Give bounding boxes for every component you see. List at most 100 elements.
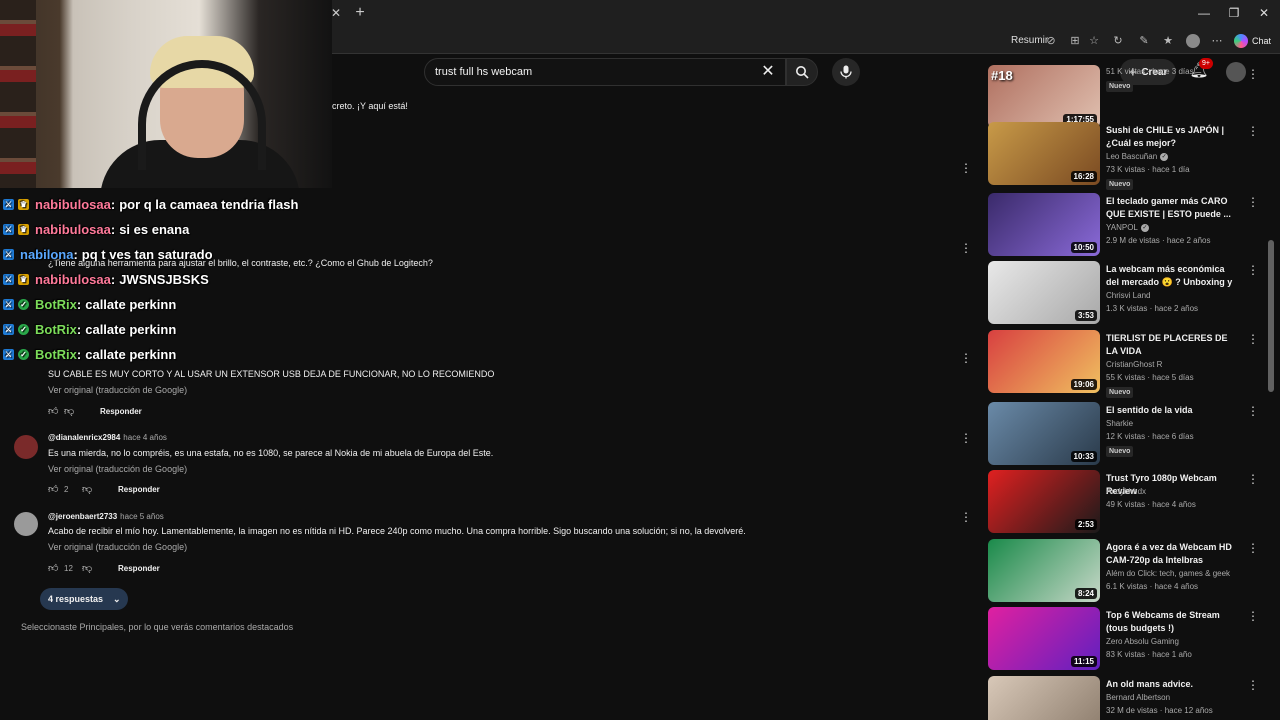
- video-channel[interactable]: Além do Click: tech, games & geek: [1106, 569, 1230, 578]
- channel-name[interactable]: Leo Bascuñan: [1106, 152, 1157, 161]
- favorite-star-icon[interactable]: ☆: [1087, 34, 1101, 48]
- collections-icon[interactable]: ★: [1161, 34, 1175, 48]
- profile-avatar[interactable]: [1186, 34, 1200, 48]
- video-menu-icon[interactable]: ⋮: [1247, 609, 1259, 623]
- video-menu-icon[interactable]: ⋮: [1247, 124, 1259, 138]
- video-title[interactable]: La webcam más económica del mercado 😮 ? …: [1106, 263, 1236, 289]
- video-channel[interactable]: Leo Bascuñan ✓: [1106, 152, 1169, 161]
- video-channel[interactable]: Andyhhhdx: [1106, 487, 1146, 496]
- video-channel[interactable]: CristianGhost R: [1106, 360, 1162, 369]
- comment-menu-icon[interactable]: ⋮: [960, 510, 972, 524]
- video-title[interactable]: Sushi de CHILE vs JAPÓN | ¿Cuál es mejor…: [1106, 124, 1236, 150]
- related-video-item[interactable]: An old mans advice. Bernard Albertson 32 M…: [985, 676, 1265, 720]
- reply-button[interactable]: Responder: [100, 407, 142, 416]
- channel-name[interactable]: CristianGhost R: [1106, 360, 1162, 369]
- restore-icon[interactable]: ❐: [1224, 5, 1244, 21]
- dislike-icon[interactable]: 👎︎: [82, 562, 94, 574]
- video-title[interactable]: TIERLIST DE PLACERES DE LA VIDA: [1106, 332, 1236, 358]
- video-menu-icon[interactable]: ⋮: [1247, 472, 1259, 486]
- video-title[interactable]: El sentido de la vida: [1106, 404, 1236, 417]
- translate-link[interactable]: Ver original (traducción de Google): [48, 542, 187, 552]
- commenter-avatar[interactable]: [14, 435, 38, 459]
- commenter-avatar[interactable]: [14, 512, 38, 536]
- channel-name[interactable]: Sharkie: [1106, 419, 1133, 428]
- channel-name[interactable]: Zero Absolu Gaming: [1106, 637, 1179, 646]
- video-title[interactable]: Agora é a vez da Webcam HD CAM-720p da I…: [1106, 541, 1236, 567]
- translate-link[interactable]: Ver original (traducción de Google): [48, 464, 187, 474]
- comment-author[interactable]: @jeroenbaert2733 hace 5 años: [48, 512, 164, 521]
- video-thumbnail[interactable]: 16:28: [988, 122, 1100, 185]
- reply-button[interactable]: Responder: [118, 564, 160, 573]
- extensions-grid-icon[interactable]: ⊞: [1068, 34, 1082, 48]
- video-menu-icon[interactable]: ⋮: [1247, 332, 1259, 346]
- search-button[interactable]: [786, 58, 818, 86]
- view-replies-button[interactable]: 4 respuestas ⌄: [40, 588, 128, 610]
- video-thumbnail[interactable]: 19:06: [988, 330, 1100, 393]
- voice-search-button[interactable]: [832, 58, 860, 86]
- video-menu-icon[interactable]: ⋮: [1247, 404, 1259, 418]
- clear-search-icon[interactable]: ✕: [757, 61, 779, 83]
- like-icon[interactable]: 👍︎: [48, 483, 60, 495]
- close-window-icon[interactable]: ✕: [1254, 5, 1274, 21]
- scrollbar[interactable]: [1268, 240, 1274, 392]
- video-channel[interactable]: Chrisvi Land: [1106, 291, 1150, 300]
- video-thumbnail[interactable]: 3:53: [988, 261, 1100, 324]
- translate-link[interactable]: Ver original (traducción de Google): [48, 385, 187, 395]
- minimize-icon[interactable]: —: [1194, 5, 1214, 21]
- video-menu-icon[interactable]: ⋮: [1247, 541, 1259, 555]
- channel-name[interactable]: Bernard Albertson: [1106, 693, 1170, 702]
- related-video-item[interactable]: 10:50 El teclado gamer más CARO QUE EXIST…: [985, 193, 1265, 259]
- search-input[interactable]: trust full hs webcam: [435, 66, 532, 78]
- comment-time[interactable]: hace 4 años: [123, 433, 167, 442]
- channel-name[interactable]: Chrisvi Land: [1106, 291, 1150, 300]
- reply-button[interactable]: Responder: [118, 485, 160, 494]
- video-menu-icon[interactable]: ⋮: [1247, 67, 1259, 81]
- video-channel[interactable]: Bernard Albertson: [1106, 693, 1170, 702]
- comment-menu-icon[interactable]: ⋮: [960, 351, 972, 365]
- related-video-item[interactable]: 16:28 Sushi de CHILE vs JAPÓN | ¿Cuál es …: [985, 122, 1265, 190]
- related-video-item[interactable]: 11:15 Top 6 Webcams de Stream (tous budge…: [985, 607, 1265, 673]
- video-menu-icon[interactable]: ⋮: [1247, 195, 1259, 209]
- dislike-icon[interactable]: 👎︎: [64, 405, 76, 417]
- video-channel[interactable]: Zero Absolu Gaming: [1106, 637, 1179, 646]
- new-tab-button[interactable]: +: [352, 4, 368, 22]
- video-channel[interactable]: Sharkie: [1106, 419, 1133, 428]
- like-icon[interactable]: 👍︎: [48, 562, 60, 574]
- channel-name[interactable]: Andyhhhdx: [1106, 487, 1146, 496]
- related-video-item[interactable]: 2:53 Trust Tyro 1080p Webcam Review Andyhh…: [985, 470, 1265, 536]
- video-title[interactable]: An old mans advice.: [1106, 678, 1236, 691]
- comment-time[interactable]: hace 5 años: [120, 512, 164, 521]
- video-thumbnail[interactable]: 8:24: [988, 539, 1100, 602]
- video-thumbnail[interactable]: 2:53: [988, 470, 1100, 533]
- related-video-item[interactable]: 3:53 La webcam más económica del mercado …: [985, 261, 1265, 327]
- pen-icon[interactable]: ✎: [1137, 34, 1151, 48]
- search-box[interactable]: trust full hs webcam ✕: [424, 58, 786, 86]
- comment-author-name[interactable]: @jeroenbaert2733: [48, 512, 117, 521]
- related-video-item[interactable]: 8:24 Agora é a vez da Webcam HD CAM-720p …: [985, 539, 1265, 605]
- comment-menu-icon[interactable]: ⋮: [960, 241, 972, 255]
- more-icon[interactable]: ⋯: [1210, 34, 1224, 48]
- related-video-item[interactable]: 10:33 El sentido de la vida Sharkie 12 K vi…: [985, 402, 1265, 468]
- video-menu-icon[interactable]: ⋮: [1247, 263, 1259, 277]
- video-channel[interactable]: YANPOL ✓: [1106, 223, 1149, 232]
- video-thumbnail[interactable]: #18 1:17:55: [988, 65, 1100, 128]
- channel-name[interactable]: YANPOL: [1106, 223, 1138, 232]
- copilot-chat-button[interactable]: Chat: [1234, 33, 1271, 49]
- comment-author-name[interactable]: @dianalenricx2984: [48, 433, 120, 442]
- video-thumbnail[interactable]: 10:33: [988, 402, 1100, 465]
- refresh-icon[interactable]: ↻: [1111, 34, 1125, 48]
- related-video-item[interactable]: 19:06 TIERLIST DE PLACERES DE LA VIDA Cris…: [985, 330, 1265, 398]
- video-thumbnail[interactable]: [988, 676, 1100, 720]
- comment-author[interactable]: @dianalenricx2984 hace 4 años: [48, 433, 167, 442]
- video-thumbnail[interactable]: 11:15: [988, 607, 1100, 670]
- dislike-icon[interactable]: 👎︎: [82, 483, 94, 495]
- comment-menu-icon[interactable]: ⋮: [960, 431, 972, 445]
- comment-menu-icon[interactable]: ⋮: [960, 161, 972, 175]
- video-title[interactable]: El teclado gamer más CARO QUE EXISTE | E…: [1106, 195, 1236, 221]
- channel-name[interactable]: Além do Click: tech, games & geek: [1106, 569, 1230, 578]
- video-menu-icon[interactable]: ⋮: [1247, 678, 1259, 692]
- like-icon[interactable]: 👍︎: [48, 405, 60, 417]
- video-title[interactable]: Top 6 Webcams de Stream (tous budgets !): [1106, 609, 1236, 635]
- video-thumbnail[interactable]: 10:50: [988, 193, 1100, 256]
- summarize-button[interactable]: Resumir: [1011, 35, 1048, 46]
